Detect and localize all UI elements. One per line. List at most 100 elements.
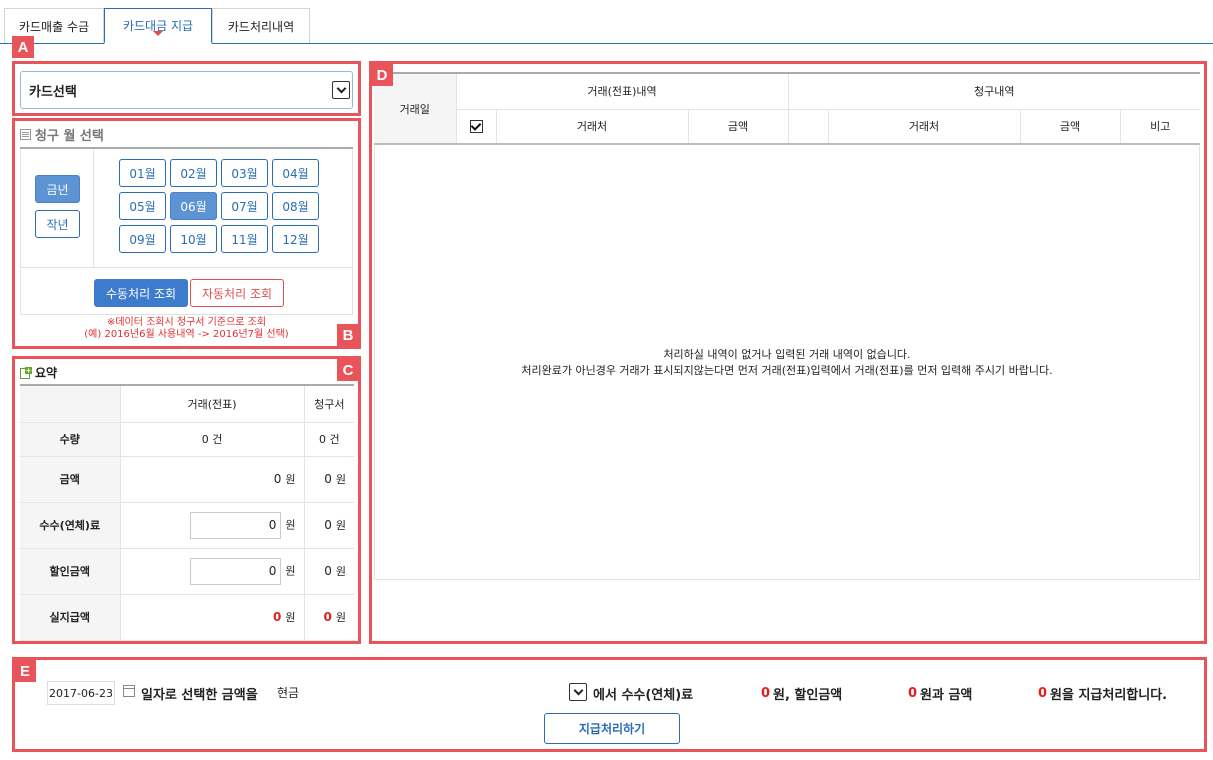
row-label: 할인금액 xyxy=(20,548,120,595)
col-inv-note: 비고 xyxy=(1119,109,1200,145)
col-transaction: 거래(전표) xyxy=(119,384,305,423)
unit: 원 xyxy=(285,564,296,577)
payment-panel: 2017-06-23 일자로 선택한 금액을 현금 에서 수수(연체)료 0 원… xyxy=(12,657,1207,752)
billing-month-title: 청구 월 선택 xyxy=(35,129,104,144)
value: 0 xyxy=(273,610,282,624)
qty-transaction: 0 건 xyxy=(119,422,305,457)
billing-month-header: 청구 월 선택 xyxy=(20,125,104,144)
empty-message: 처리하실 내역이 없거나 입력된 거래 내역이 없습니다. xyxy=(663,347,911,361)
month-02-button[interactable]: 02월 xyxy=(170,159,217,187)
empty-message: 처리완료가 아닌경우 거래가 표시되지않는다면 먼저 거래(전표)입력에서 거래… xyxy=(521,363,1053,377)
query-note-line: (예) 2016년6월 사용내역 -> 2016년7월 선택) xyxy=(84,329,289,340)
manual-query-button[interactable]: 수동처리 조회 xyxy=(94,279,188,307)
summary-table: 거래(전표) 청구서 수량 0 건 0 건 금액 0원 0원 수수(연체)료 0… xyxy=(20,384,354,641)
payment-fee-value: 0 xyxy=(761,685,771,701)
tab-card-payment[interactable]: 카드대금 지급 xyxy=(104,8,212,44)
discount-transaction: 0원 xyxy=(119,548,305,595)
group-transaction: 거래(전표)내역 xyxy=(455,72,788,110)
payment-discount-value: 0 xyxy=(908,685,918,701)
payment-text-discount: 원, 할인금액 xyxy=(773,687,843,703)
payment-text-amount: 원과 금액 xyxy=(920,687,973,703)
payment-method-select[interactable]: 현금 xyxy=(273,679,587,706)
discount-input[interactable]: 0 xyxy=(190,557,282,585)
value: 0 xyxy=(323,610,332,624)
unit: 원 xyxy=(335,473,346,486)
table-row: 실지급액 0원 0원 xyxy=(20,594,354,641)
value: 0 xyxy=(324,472,332,486)
row-label: 금액 xyxy=(20,456,120,503)
summary-title: 요약 xyxy=(35,366,58,380)
col-invoice: 청구서 xyxy=(303,384,354,423)
payment-text-selected: 일자로 선택한 금액을 xyxy=(141,687,258,703)
year-last-year-button[interactable]: 작년 xyxy=(35,210,80,238)
payment-text-fee: 에서 수수(연체)료 xyxy=(593,687,694,703)
month-05-button[interactable]: 05월 xyxy=(119,192,166,220)
chevron-down-icon[interactable] xyxy=(569,683,587,701)
select-all-checkbox[interactable] xyxy=(469,120,483,133)
summary-panel: 요약 거래(전표) 청구서 수량 0 건 0 건 금액 0원 0원 수수(연체)… xyxy=(12,356,361,644)
submit-payment-button[interactable]: 지급처리하기 xyxy=(544,713,680,744)
qty-invoice: 0 건 xyxy=(303,422,354,457)
unit: 원 xyxy=(285,473,296,486)
calendar-icon[interactable] xyxy=(123,685,135,697)
row-label: 수수(연체)료 xyxy=(20,502,120,549)
divider xyxy=(93,149,94,267)
month-picker: 금년 작년 01월 02월 03월 04월 05월 06월 07월 08월 09… xyxy=(20,149,353,315)
value: 0 xyxy=(324,564,332,578)
select-all-cell xyxy=(455,109,496,145)
year-this-year-button[interactable]: 금년 xyxy=(35,175,80,203)
tab-bar: 카드매출 수금 카드대금 지급 카드처리내역 xyxy=(0,8,310,44)
chevron-down-icon[interactable] xyxy=(332,81,350,99)
unit: 원 xyxy=(335,611,346,624)
add-document-icon xyxy=(20,366,32,379)
month-03-button[interactable]: 03월 xyxy=(221,159,268,187)
query-note-line: ※데이터 조회시 청구서 기준으로 조회 xyxy=(106,317,267,328)
fee-invoice: 0원 xyxy=(303,502,354,549)
month-12-button[interactable]: 12월 xyxy=(272,225,319,253)
payment-amount-value: 0 xyxy=(1038,685,1048,701)
month-01-button[interactable]: 01월 xyxy=(119,159,166,187)
table-row: 금액 0원 0원 xyxy=(20,456,354,503)
month-10-button[interactable]: 10월 xyxy=(170,225,217,253)
month-09-button[interactable]: 09월 xyxy=(119,225,166,253)
amount-invoice: 0원 xyxy=(303,456,354,503)
card-select[interactable]: 카드선택 xyxy=(20,71,353,109)
unit: 원 xyxy=(335,519,346,532)
billing-month-panel: 청구 월 선택 금년 작년 01월 02월 03월 04월 05월 06월 07… xyxy=(12,118,361,349)
month-07-button[interactable]: 07월 xyxy=(221,192,268,220)
month-04-button[interactable]: 04월 xyxy=(272,159,319,187)
summary-header: 요약 xyxy=(20,364,57,381)
auto-query-button[interactable]: 자동처리 조회 xyxy=(190,279,284,307)
group-invoice: 청구내역 xyxy=(787,72,1200,110)
tab-card-history[interactable]: 카드처리내역 xyxy=(212,8,310,44)
discount-invoice: 0원 xyxy=(303,548,354,595)
table-row: 할인금액 0원 0원 xyxy=(20,548,354,595)
divider xyxy=(21,267,352,268)
amount-transaction: 0원 xyxy=(119,456,305,503)
card-select-value: 카드선택 xyxy=(29,84,77,100)
col-tx-vendor: 거래처 xyxy=(495,109,688,145)
details-empty-state: 처리하실 내역이 없거나 입력된 거래 내역이 없습니다. 처리완료가 아닌경우… xyxy=(374,146,1200,580)
value: 0 xyxy=(273,472,282,486)
badge-b: B xyxy=(337,324,359,346)
col-tx-amount: 금액 xyxy=(687,109,788,145)
payment-text-end: 원을 지급처리합니다. xyxy=(1050,687,1168,703)
col-inv-vendor: 거래처 xyxy=(827,109,1020,145)
summary-corner xyxy=(20,384,120,423)
unit: 원 xyxy=(335,565,346,578)
month-11-button[interactable]: 11월 xyxy=(221,225,268,253)
actual-invoice: 0원 xyxy=(303,594,354,641)
month-06-button[interactable]: 06월 xyxy=(170,192,217,220)
table-row: 수수(연체)료 0원 0원 xyxy=(20,502,354,549)
month-08-button[interactable]: 08월 xyxy=(272,192,319,220)
unit: 원 xyxy=(285,611,296,624)
fee-input[interactable]: 0 xyxy=(190,511,282,539)
badge-c: C xyxy=(337,359,359,381)
fee-transaction: 0원 xyxy=(119,502,305,549)
payment-date-input[interactable]: 2017-06-23 xyxy=(47,681,115,705)
details-table: 거래일 거래(전표)내역 청구내역 거래처 금액 거래처 금액 비고 xyxy=(374,72,1200,145)
list-icon xyxy=(20,129,31,140)
unit: 원 xyxy=(285,518,296,531)
card-select-panel: 카드선택 xyxy=(12,61,361,116)
payment-method-value: 현금 xyxy=(277,686,300,700)
